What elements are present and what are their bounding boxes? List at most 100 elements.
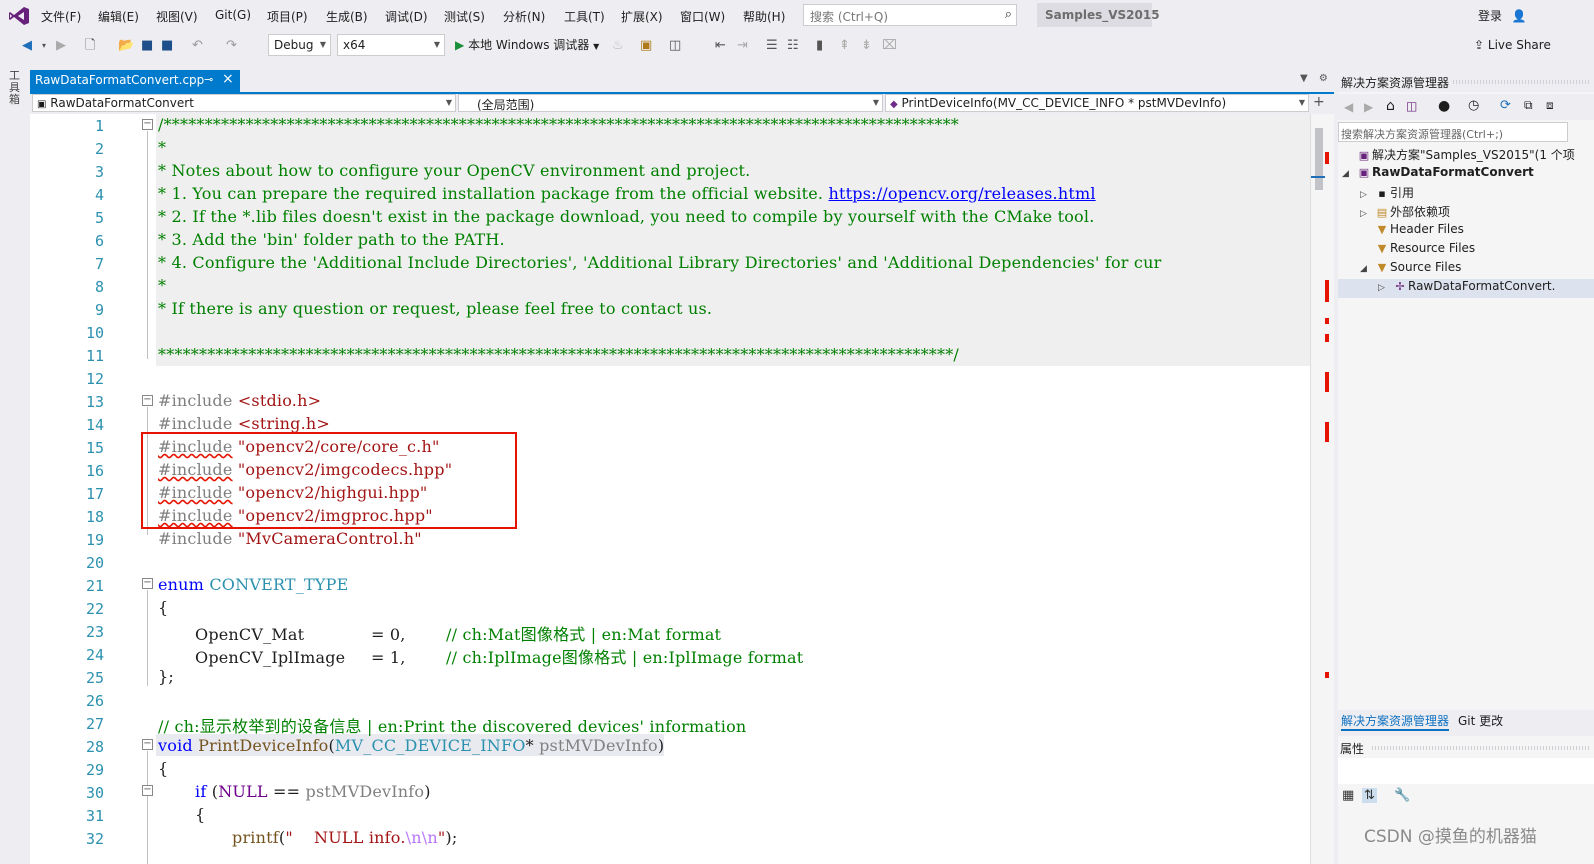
expanded-icon[interactable]: ◢ xyxy=(1342,169,1356,179)
tree-item-project[interactable]: ◢ ▣ RawDataFormatConvert xyxy=(1342,165,1534,184)
collapse-icon[interactable]: − xyxy=(142,578,153,589)
error-marker[interactable] xyxy=(1325,318,1329,324)
history-icon[interactable]: ◷ xyxy=(1468,98,1479,113)
search-input[interactable]: 搜索 (Ctrl+Q) ⌕ xyxy=(803,4,1017,26)
home-icon[interactable]: ⌂ xyxy=(1386,98,1395,114)
error-marker[interactable] xyxy=(1325,280,1329,302)
error-marker[interactable] xyxy=(1325,672,1329,678)
uncomment-icon[interactable]: ☷ xyxy=(787,38,799,54)
collapse-icon[interactable]: − xyxy=(142,395,153,406)
menu-help[interactable]: 帮助(H) xyxy=(743,8,785,25)
pin-icon[interactable]: ⊸ xyxy=(204,73,213,86)
menu-file[interactable]: 文件(F) xyxy=(41,8,81,25)
opencv-releases-link[interactable]: https://opencv.org/releases.html xyxy=(828,184,1095,203)
tree-item-external-deps[interactable]: ▷ ▤ 外部依赖项 xyxy=(1360,203,1450,222)
tree-item-references[interactable]: ▷ ▪ 引用 xyxy=(1360,184,1414,203)
error-marker[interactable] xyxy=(1325,152,1329,164)
collapse-icon[interactable]: − xyxy=(142,739,153,750)
run-debugger-button[interactable]: ▶ 本地 Windows 调试器 ▼ xyxy=(455,36,599,53)
window-icon[interactable]: ◫ xyxy=(669,38,681,54)
flame-icon[interactable]: ♨ xyxy=(612,38,624,54)
vs-switch-icon[interactable]: ◫ xyxy=(1406,99,1417,113)
redo-icon[interactable]: ↷ xyxy=(226,38,237,54)
menu-extensions[interactable]: 扩展(X) xyxy=(621,8,663,25)
tab-solution-explorer[interactable]: 解决方案资源管理器 xyxy=(1341,712,1450,731)
toolbox-tab[interactable]: 工具箱 xyxy=(9,70,21,106)
collapse-icon[interactable]: − xyxy=(142,119,153,130)
forward-icon[interactable]: ▶ xyxy=(1364,100,1373,114)
back-icon[interactable]: ◀ xyxy=(1344,100,1353,114)
tab-overflow[interactable]: ▼ ⚙ xyxy=(1300,73,1328,84)
tree-item-resource-files[interactable]: ▼ Resource Files xyxy=(1360,241,1475,260)
tab-git-changes[interactable]: Git 更改 xyxy=(1458,712,1503,729)
document-tab[interactable]: RawDataFormatConvert.cpp ⊸ × xyxy=(30,70,240,92)
live-share-button[interactable]: ⇪ Live Share xyxy=(1474,38,1551,52)
close-icon[interactable]: × xyxy=(222,71,234,87)
scope-nav-select[interactable]: (全局范围) ▼ xyxy=(458,94,883,112)
enum-value: = 0, xyxy=(371,625,406,644)
show-all-icon[interactable]: ⧈ xyxy=(1546,98,1554,113)
scrollbar-thumb[interactable] xyxy=(1315,128,1323,190)
bookmark-icon[interactable]: ▮ xyxy=(816,38,823,54)
collapsed-icon[interactable]: ▷ xyxy=(1360,190,1374,200)
error-marker[interactable] xyxy=(1325,372,1329,392)
browse-icon[interactable]: ▣ xyxy=(640,38,652,54)
menu-edit[interactable]: 编辑(E) xyxy=(98,8,139,25)
vertical-scrollbar[interactable] xyxy=(1310,114,1334,864)
login-button[interactable]: 登录 👤 xyxy=(1478,7,1527,24)
expanded-icon[interactable]: ◢ xyxy=(1360,264,1374,274)
config-select[interactable]: Debug ▼ xyxy=(268,34,331,56)
project-nav-select[interactable]: ▣ RawDataFormatConvert ▼ xyxy=(32,94,456,112)
wrench-icon[interactable]: 🔧 xyxy=(1394,788,1410,803)
menu-test[interactable]: 测试(S) xyxy=(444,8,485,25)
chevron-down-icon: ▼ xyxy=(433,40,440,49)
tree-item-solution[interactable]: ▣ 解决方案"Samples_VS2015"(1 个项 xyxy=(1342,146,1575,165)
collapsed-icon[interactable]: ▷ xyxy=(1378,283,1392,293)
collapse-icon[interactable]: − xyxy=(142,785,153,796)
back-dropdown-icon[interactable]: ▾ xyxy=(42,38,46,54)
categorized-icon[interactable]: ▦ xyxy=(1342,788,1354,803)
solution-search-input[interactable]: 搜索解决方案资源管理器(Ctrl+;) xyxy=(1338,122,1568,142)
next-bookmark-icon[interactable]: ⇟ xyxy=(861,38,872,54)
chevron-down-icon[interactable]: ▼ xyxy=(1300,73,1308,84)
alphabetical-icon[interactable]: ⇅ xyxy=(1362,788,1377,803)
code-line-11: ****************************************… xyxy=(158,345,959,364)
line-number: 14 xyxy=(85,416,104,434)
step-icon[interactable]: ⇤ xyxy=(715,38,726,54)
step-out-icon[interactable]: ⇥ xyxy=(737,38,748,54)
collapsed-icon[interactable]: ▷ xyxy=(1360,209,1374,219)
properties-object-select[interactable] xyxy=(1338,758,1594,784)
open-folder-icon[interactable]: 📂 xyxy=(118,38,134,54)
error-marker[interactable] xyxy=(1325,334,1329,342)
collapse-all-icon[interactable]: ⧉ xyxy=(1524,98,1533,113)
comment-icon[interactable]: ☰ xyxy=(766,38,778,54)
login-label: 登录 xyxy=(1478,9,1503,23)
platform-select[interactable]: x64 ▼ xyxy=(337,34,445,56)
menu-analyze[interactable]: 分析(N) xyxy=(503,8,545,25)
error-marker[interactable] xyxy=(1325,422,1329,442)
tree-item-source-files[interactable]: ◢ ▼ Source Files xyxy=(1360,260,1461,279)
save-all-icon[interactable]: ■ xyxy=(161,38,173,54)
save-icon[interactable]: ■ xyxy=(141,38,153,54)
menu-build[interactable]: 生成(B) xyxy=(326,8,368,25)
prev-bookmark-icon[interactable]: ⇞ xyxy=(839,38,850,54)
undo-icon[interactable]: ↶ xyxy=(192,38,203,54)
tree-item-cpp-file[interactable]: ▷ ✢ RawDataFormatConvert. xyxy=(1338,279,1594,298)
member-nav-select[interactable]: ◆ PrintDeviceInfo(MV_CC_DEVICE_INFO * ps… xyxy=(885,94,1309,112)
gear-icon[interactable]: ⚙ xyxy=(1319,73,1328,84)
globe-icon[interactable]: ● xyxy=(1438,98,1450,114)
split-icon[interactable]: + xyxy=(1313,94,1325,110)
back-icon[interactable]: ◀ xyxy=(22,38,32,54)
menu-window[interactable]: 窗口(W) xyxy=(680,8,725,25)
menu-project[interactable]: 项目(P) xyxy=(267,8,308,25)
clear-bookmark-icon[interactable]: ⌧ xyxy=(882,38,897,54)
menu-debug[interactable]: 调试(D) xyxy=(385,8,428,25)
tree-item-header-files[interactable]: ▼ Header Files xyxy=(1360,222,1464,241)
menu-view[interactable]: 视图(V) xyxy=(156,8,198,25)
menu-git[interactable]: Git(G) xyxy=(215,8,251,22)
forward-icon[interactable]: ▶ xyxy=(56,38,66,54)
sync-icon[interactable]: ⟳ xyxy=(1500,98,1511,113)
new-project-icon[interactable]: 🗋 xyxy=(85,38,95,54)
menu-tools[interactable]: 工具(T) xyxy=(564,8,605,25)
fold-guide xyxy=(147,131,148,359)
